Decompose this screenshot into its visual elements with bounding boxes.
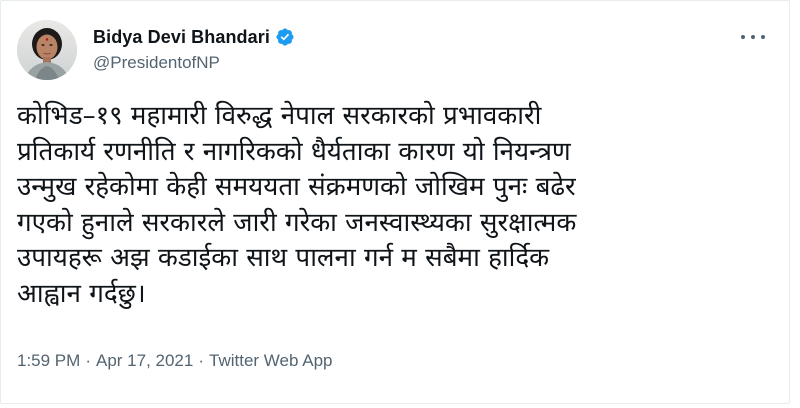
tweet-text-line: गएको हुनाले सरकारले जारी गरेका जनस्वास्थ…	[17, 207, 577, 238]
tweet-text-line: आह्वान गर्दछु।	[17, 278, 146, 309]
tweet-text: कोभिड–१९ महामारी विरुद्ध नेपाल सरकारको प…	[17, 99, 757, 312]
avatar-portrait-image	[17, 20, 77, 80]
more-dot	[761, 35, 765, 39]
author-avatar[interactable]	[17, 20, 77, 80]
author-handle[interactable]: @PresidentofNP	[93, 53, 295, 73]
tweet-text-line: कोभिड–१९ महामारी विरुद्ध नेपाल सरकारको प…	[17, 101, 542, 131]
author-name-row: Bidya Devi Bhandari	[93, 25, 295, 49]
more-options-icon[interactable]	[741, 31, 765, 43]
tweet-card: Bidya Devi Bhandari @PresidentofNP कोभिड…	[0, 0, 790, 404]
meta-separator: ·	[198, 351, 205, 370]
tweet-time[interactable]: 1:59 PM	[17, 351, 80, 371]
tweet-text-line: उपायहरू अझ कडाईका साथ पालना गर्न म सबैमा…	[17, 243, 550, 273]
author-display-name[interactable]: Bidya Devi Bhandari	[93, 27, 270, 48]
more-dot	[741, 35, 745, 39]
tweet-source[interactable]: Twitter Web App	[209, 351, 332, 371]
tweet-text-line: प्रतिकार्य रणनीति र नागरिकको धैर्यताका क…	[17, 136, 571, 167]
more-dot	[751, 35, 755, 39]
tweet-meta: 1:59 PM · Apr 17, 2021 · Twitter Web App	[17, 351, 332, 371]
tweet-text-line: उन्मुख रहेकोमा केही समययता संक्रमणको जोख…	[17, 172, 576, 202]
tweet-author: Bidya Devi Bhandari @PresidentofNP	[93, 25, 295, 73]
verified-badge-icon	[275, 27, 295, 47]
meta-separator: ·	[85, 351, 91, 370]
tweet-date[interactable]: Apr 17, 2021	[96, 351, 193, 371]
